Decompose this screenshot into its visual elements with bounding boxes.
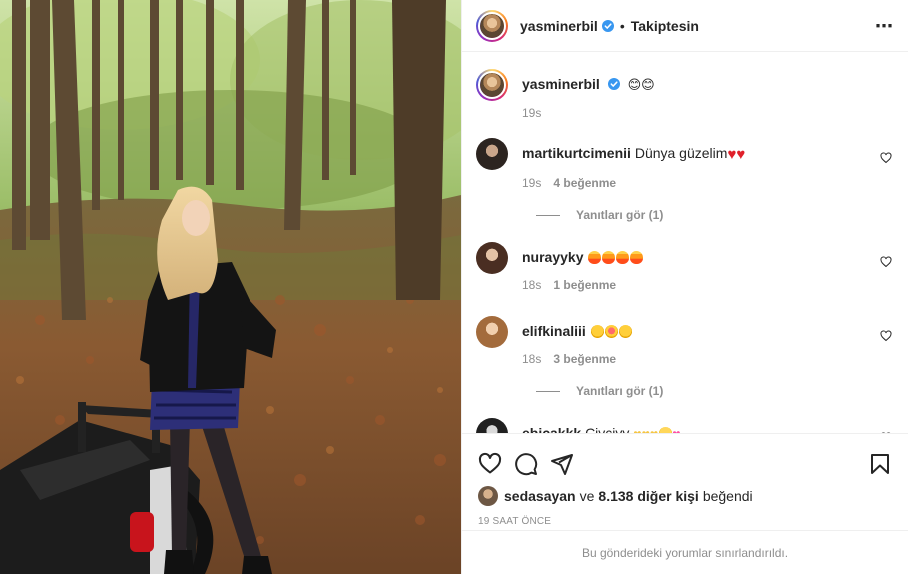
comment-like-count[interactable]: 1 beğenme xyxy=(553,278,616,292)
caption-username[interactable]: yasminerbil xyxy=(522,76,600,92)
verified-badge-icon xyxy=(601,19,614,32)
author-avatar[interactable] xyxy=(476,9,508,42)
view-replies-button[interactable]: Yanıtları gör (1) xyxy=(536,384,894,398)
view-replies-label: Yanıtları gör (1) xyxy=(576,208,664,222)
comment-username[interactable]: ebicakkk xyxy=(522,425,581,433)
view-replies-button[interactable]: Yanıtları gör (1) xyxy=(536,208,894,222)
other-likers-count[interactable]: 8.138 diğer kişi xyxy=(598,488,698,504)
post-photo[interactable] xyxy=(0,0,461,574)
liker-username[interactable]: sedasayan xyxy=(504,488,576,504)
like-heart-icon[interactable] xyxy=(478,452,502,476)
post-side-panel: yasminerbil • Takiptesin ⋯ yasminerbil 😊… xyxy=(461,0,908,574)
post-actions: sedasayan ve 8.138 diğer kişi beğendi 19… xyxy=(462,433,908,529)
star-eyes-emoji-icon xyxy=(590,323,632,339)
commenter-avatar[interactable] xyxy=(476,418,508,433)
like-comment-heart-icon[interactable] xyxy=(880,330,892,342)
view-replies-label: Yanıtları gör (1) xyxy=(576,384,664,398)
caption-time: 19s xyxy=(522,106,542,120)
comment-time[interactable]: 19s xyxy=(522,176,541,190)
post-timestamp[interactable]: 19 SAAT ÖNCE xyxy=(462,506,908,527)
comment-username[interactable]: martikurtcimenii xyxy=(522,145,631,161)
like-comment-heart-icon[interactable] xyxy=(880,256,892,268)
likes-suffix: beğendi xyxy=(702,488,753,504)
commenter-avatar[interactable] xyxy=(476,138,508,170)
comment-time[interactable]: 18s xyxy=(522,278,541,292)
comment-time[interactable]: 18s xyxy=(522,352,541,366)
comment-icon[interactable] xyxy=(514,452,538,476)
comments-restricted-notice: Bu gönderideki yorumlar sınırlandırıldı. xyxy=(462,530,908,574)
commenter-avatar[interactable] xyxy=(476,316,508,348)
likes-summary[interactable]: sedasayan ve 8.138 diğer kişi beğendi xyxy=(462,482,908,506)
comment-username[interactable]: nurayyky xyxy=(522,249,583,265)
comment-like-count[interactable]: 3 beğenme xyxy=(553,352,616,366)
comment-text: Dünya güzelim xyxy=(634,145,728,161)
hearts-emoji-icon: ♥♥♥♥ xyxy=(633,425,681,433)
comment-item: martikurtcimenii Dünya güzelim♥♥ 19s 4 b… xyxy=(476,138,894,190)
author-username[interactable]: yasminerbil xyxy=(520,18,598,34)
fire-emoji-icon xyxy=(587,249,644,265)
red-heart-emoji-icon: ♥♥ xyxy=(727,146,746,163)
comment-item: elifkinaliii 18s 3 beğenme xyxy=(476,316,894,366)
caption-avatar[interactable] xyxy=(476,69,508,101)
following-button[interactable]: Takiptesin xyxy=(631,18,699,34)
caption-text: 😊😊 xyxy=(627,77,655,92)
comments-list[interactable]: yasminerbil 😊😊 19s martikurtcimenii Düny… xyxy=(462,53,908,433)
save-bookmark-icon[interactable] xyxy=(868,452,892,476)
comment-like-count[interactable]: 4 beğenme xyxy=(553,176,616,190)
separator-dot: • xyxy=(619,17,625,34)
comment-text: Civcivv xyxy=(585,425,630,433)
replies-line xyxy=(536,390,560,392)
post-header: yasminerbil • Takiptesin ⋯ xyxy=(462,0,908,52)
share-send-icon[interactable] xyxy=(550,452,574,476)
caption: yasminerbil 😊😊 19s xyxy=(476,69,894,120)
like-comment-heart-icon[interactable] xyxy=(880,152,892,164)
liker-avatar[interactable] xyxy=(478,486,498,506)
comment-username[interactable]: elifkinaliii xyxy=(522,323,586,339)
comment-item: nurayyky 18s 1 beğenme xyxy=(476,242,894,292)
forest-photo-illustration xyxy=(0,0,461,574)
comment-item: ebicakkk Civcivv ♥♥♥♥ 13d xyxy=(476,418,894,433)
commenter-avatar[interactable] xyxy=(476,242,508,274)
replies-line xyxy=(536,214,560,216)
verified-badge-icon xyxy=(607,78,620,90)
action-icons-row xyxy=(462,434,908,482)
likes-and: ve xyxy=(579,488,595,504)
more-options-icon[interactable]: ⋯ xyxy=(875,17,894,35)
